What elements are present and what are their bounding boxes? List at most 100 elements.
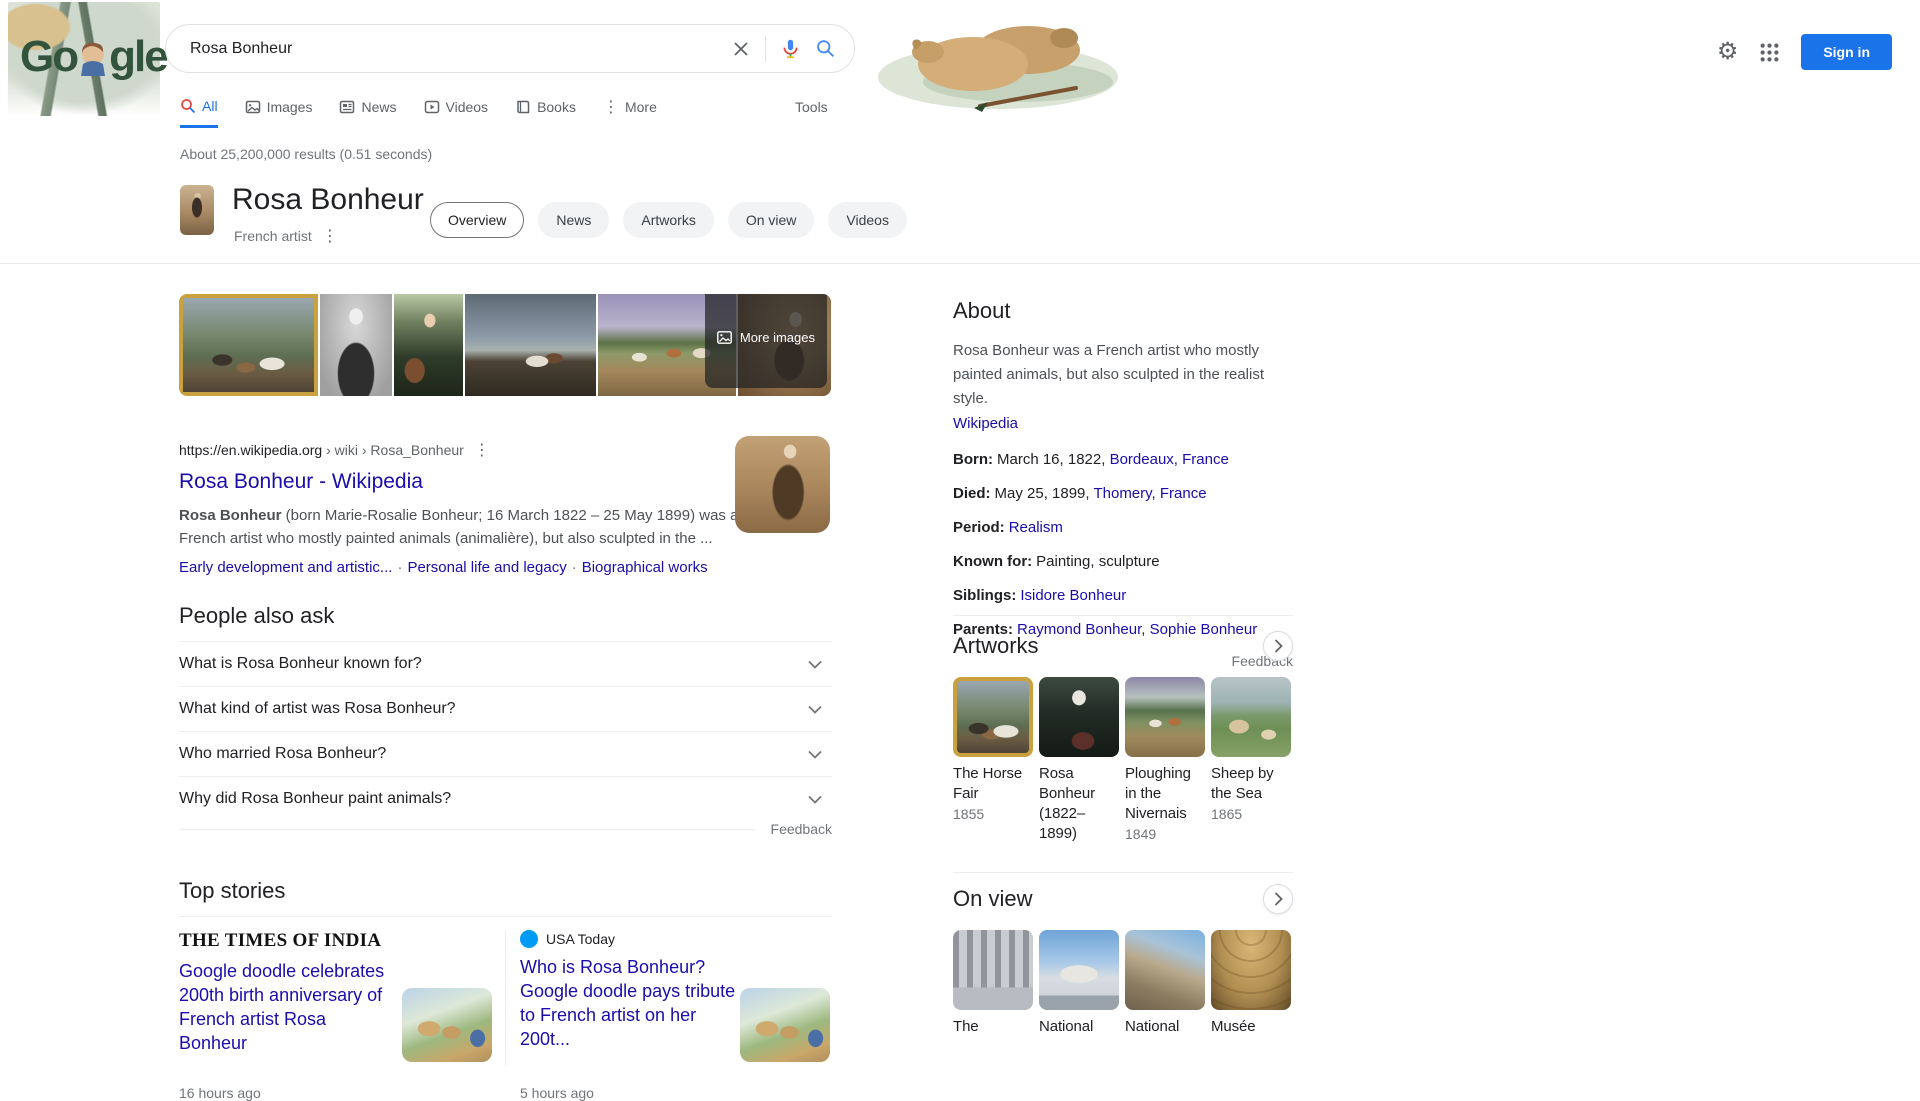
tab-books[interactable]: Books: [515, 97, 576, 128]
artwork-thumbnail: [1211, 677, 1291, 757]
strip-image-ploughing[interactable]: [465, 294, 597, 396]
fact-known-for: Known for: Painting, sculpture: [953, 553, 1160, 570]
clear-search-icon[interactable]: [731, 39, 751, 59]
story-headline[interactable]: Google doodle celebrates 200th birth ann…: [179, 959, 399, 1055]
knowledge-panel-on-view: On view The National National Musée: [953, 884, 1293, 1037]
on-view-carousel-next-button[interactable]: [1263, 884, 1293, 914]
search-tabs: All Images News Videos Books ⋮ More: [180, 97, 657, 128]
search-result: https://en.wikipedia.org › wiki › Rosa_B…: [179, 436, 831, 576]
rosa-bonheur-doodle-head: [81, 42, 106, 76]
artworks-carousel-next-button[interactable]: [1263, 631, 1293, 661]
search-input[interactable]: [166, 39, 731, 58]
entity-menu-icon[interactable]: ⋮: [322, 226, 338, 246]
artwork-item[interactable]: Sheep by the Sea 1865: [1211, 677, 1291, 846]
chip-artworks[interactable]: Artworks: [623, 202, 714, 238]
tab-more[interactable]: ⋮ More: [603, 97, 657, 128]
news-icon: [340, 100, 355, 114]
voice-search-icon[interactable]: [780, 38, 801, 59]
tab-all[interactable]: All: [180, 97, 218, 128]
entity-subtitle: French artist: [234, 228, 312, 244]
images-icon: [245, 100, 260, 114]
strip-image-portrait[interactable]: [393, 294, 464, 396]
result-sitelinks: Early development and artistic... · Person…: [179, 559, 708, 576]
chevron-right-icon: [1274, 892, 1283, 906]
people-also-ask: People also ask What is Rosa Bonheur kno…: [179, 603, 832, 837]
museum-thumbnail: [953, 930, 1033, 1010]
results-stats: About 25,200,000 results (0.51 seconds): [180, 146, 433, 162]
artwork-item[interactable]: Ploughing in the Nivernais 1849: [1125, 677, 1205, 846]
story-thumbnail[interactable]: [740, 988, 830, 1062]
fact-died: Died: May 25, 1899, Thomery, France: [953, 485, 1207, 502]
chevron-right-icon: [1274, 639, 1283, 653]
sitelink[interactable]: Early development and artistic...: [179, 559, 392, 576]
knowledge-panel-artworks: Artworks The Horse Fair 1855 Rosa Bonheu…: [953, 631, 1293, 846]
google-doodle-logo[interactable]: Go gle: [8, 2, 169, 116]
story-card[interactable]: THE TIMES OF INDIA Google doodle celebra…: [179, 930, 505, 1101]
museum-thumbnail: [1039, 930, 1119, 1010]
more-images-button[interactable]: More images: [704, 294, 827, 388]
wikipedia-link[interactable]: Wikipedia: [953, 415, 1018, 432]
chevron-down-icon: [808, 750, 822, 759]
google-apps-grid-icon[interactable]: [1760, 43, 1779, 62]
paa-question[interactable]: What is Rosa Bonheur known for?: [179, 641, 832, 686]
paa-question[interactable]: Why did Rosa Bonheur paint animals?: [179, 776, 832, 821]
tab-images[interactable]: Images: [245, 97, 312, 128]
sitelink[interactable]: Biographical works: [582, 559, 708, 576]
museum-item[interactable]: Musée: [1211, 930, 1291, 1037]
result-menu-icon[interactable]: ⋮: [474, 440, 490, 460]
story-headline[interactable]: Who is Rosa Bonheur? Google doodle pays …: [520, 955, 740, 1051]
sitelink[interactable]: Personal life and legacy: [407, 559, 566, 576]
breadcrumb[interactable]: https://en.wikipedia.org › wiki › Rosa_B…: [179, 442, 464, 458]
sign-in-button[interactable]: Sign in: [1801, 34, 1892, 70]
chip-videos[interactable]: Videos: [828, 202, 907, 238]
kp-divider: [953, 872, 1293, 873]
usa-today-logo-icon: [520, 930, 538, 948]
story-timestamp: 5 hours ago: [520, 1085, 594, 1101]
about-title: About: [953, 298, 1011, 323]
result-thumbnail[interactable]: [735, 436, 830, 533]
fact-link[interactable]: Isidore Bonheur: [1020, 587, 1126, 604]
entity-avatar[interactable]: [180, 185, 214, 235]
story-source-name: USA Today: [546, 931, 616, 947]
museum-item[interactable]: National: [1125, 930, 1205, 1037]
artwork-thumbnail: [1039, 677, 1119, 757]
story-thumbnail[interactable]: [402, 988, 492, 1062]
tab-news[interactable]: News: [339, 97, 397, 128]
chip-on-view[interactable]: On view: [727, 202, 815, 238]
fact-link[interactable]: Realism: [1009, 519, 1063, 536]
header-divider: [0, 263, 1920, 264]
fact-link[interactable]: Bordeaux, France: [1110, 451, 1229, 468]
paa-question[interactable]: What kind of artist was Rosa Bonheur?: [179, 686, 832, 731]
search-bar[interactable]: [165, 24, 855, 73]
paa-question[interactable]: Who married Rosa Bonheur?: [179, 731, 832, 776]
strip-image-photo[interactable]: [320, 294, 392, 396]
videos-icon: [424, 100, 439, 114]
story-card[interactable]: USA Today Who is Rosa Bonheur? Google do…: [506, 930, 832, 1101]
artwork-thumbnail: [1125, 677, 1205, 757]
feedback-divider: [179, 828, 755, 830]
museum-item[interactable]: National: [1039, 930, 1119, 1037]
story-source-logo: THE TIMES OF INDIA: [179, 930, 382, 951]
museum-item[interactable]: The: [953, 930, 1033, 1037]
about-description: Rosa Bonheur was a French artist who mos…: [953, 342, 1265, 407]
fact-born: Born: March 16, 1822, Bordeaux, France: [953, 451, 1229, 468]
tab-videos[interactable]: Videos: [424, 97, 488, 128]
strip-image-horse-fair[interactable]: [179, 294, 319, 396]
settings-gear-icon[interactable]: ⚙: [1717, 40, 1739, 64]
search-submit-icon[interactable]: [815, 38, 836, 59]
paa-feedback-link[interactable]: Feedback: [771, 821, 832, 837]
chevron-down-icon: [808, 705, 822, 714]
fact-period: Period: Realism: [953, 519, 1063, 536]
image-strip: More images: [179, 294, 831, 396]
story-timestamp: 16 hours ago: [179, 1085, 261, 1101]
result-title-link[interactable]: Rosa Bonheur - Wikipedia: [179, 470, 831, 494]
artwork-item[interactable]: The Horse Fair 1855: [953, 677, 1033, 846]
books-icon: [517, 100, 530, 114]
chip-overview[interactable]: Overview: [430, 202, 525, 238]
top-stories: Top stories THE TIMES OF INDIA Google do…: [179, 878, 832, 1101]
artwork-item[interactable]: Rosa Bonheur (1822–1899): [1039, 677, 1119, 846]
chip-news[interactable]: News: [538, 202, 610, 238]
fact-link[interactable]: Thomery, France: [1093, 485, 1206, 502]
tools-button[interactable]: Tools: [795, 99, 828, 115]
result-snippet: Rosa Bonheur (born Marie-Rosalie Bonheur…: [179, 507, 739, 547]
